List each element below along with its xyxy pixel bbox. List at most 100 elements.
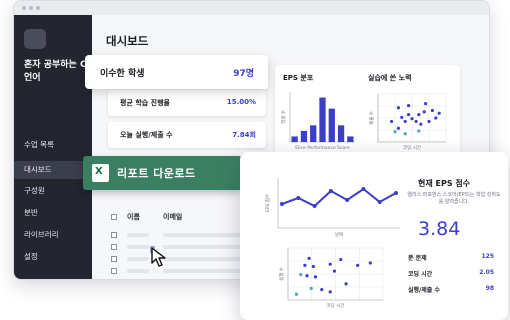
table-header: 이름 이메일 (110, 211, 260, 225)
y-axis-label: 실행 수 (278, 267, 285, 281)
select-all-checkbox[interactable] (111, 214, 117, 220)
window-dot-icon[interactable] (29, 6, 33, 10)
eps-title: 현재 EPS 점수 (418, 179, 471, 188)
row-name-placeholder (127, 257, 149, 261)
eps-row-label: 푼 문제 (408, 255, 427, 262)
sidebar-item-library[interactable]: 라이브러리 (14, 226, 92, 244)
row-checkbox[interactable] (111, 232, 117, 238)
x-axis-label: Elice Performance Score (295, 145, 350, 151)
scatter-point (430, 108, 434, 113)
eps-dist-title: EPS 분포 (283, 74, 314, 82)
eps-score-value: 3.84 (418, 218, 461, 240)
scatter-point (328, 290, 332, 294)
window-dot-icon[interactable] (36, 6, 40, 10)
row-checkbox[interactable] (111, 256, 117, 262)
eps-row-value: 2.05 (479, 269, 494, 276)
header-name: 이름 (127, 213, 140, 221)
course-title: 혼자 공부하는 C언어 (24, 60, 87, 83)
mouse-cursor-icon (139, 238, 170, 272)
eps-subtitle: 엘리스 퍼포먼스 스코어(EPS)는 학업 성취도를 알려줍니다. (407, 192, 501, 205)
table-row[interactable] (110, 229, 260, 241)
scatter-point (356, 263, 360, 267)
page-title: 대시보드 (106, 34, 149, 48)
window-dot-icon[interactable] (22, 6, 26, 10)
eps-row-value: 98 (485, 285, 494, 292)
report-download-button[interactable]: X 리포트 다운로드 (83, 156, 242, 190)
scatter-point (417, 129, 421, 133)
completed-students-card: 이수한 학생 97명 (85, 55, 268, 89)
x-axis-label: 날짜 (335, 231, 343, 238)
eps-row-coding-time: 코딩 시간 2.05 (408, 269, 494, 278)
line-point (361, 187, 366, 191)
line-point (312, 204, 317, 208)
line-point (328, 189, 333, 193)
completed-students-value: 97명 (233, 69, 254, 79)
report-download-label: 리포트 다운로드 (117, 167, 196, 180)
table-row[interactable] (110, 253, 260, 265)
scatter-point (390, 119, 394, 124)
scatter-point (434, 116, 438, 120)
scatter-point (407, 112, 411, 117)
x-axis-label: 코딩 시간 (327, 302, 345, 309)
table-row[interactable] (110, 241, 260, 253)
bar (347, 136, 354, 142)
stat-label: 평균 학습 진행율 (120, 99, 170, 107)
bar (328, 108, 335, 142)
scatter-point (307, 256, 311, 260)
row-email-placeholder (163, 245, 248, 249)
scatter-point (344, 282, 348, 286)
scatter-point (400, 115, 404, 119)
stat-value: 15.00% (226, 98, 256, 106)
table-row[interactable] (110, 265, 260, 277)
bar (300, 130, 308, 142)
sidebar: 혼자 공부하는 C언어 수업 목록 대시보드 구성원 분반 라이브러리 설정 (14, 15, 92, 279)
x-axis-label: 코딩 시간 (403, 144, 421, 151)
excel-icon-glyph: X (95, 166, 103, 177)
bar (310, 125, 317, 142)
table-row[interactable] (110, 277, 260, 279)
excel-icon: X (92, 164, 109, 182)
sidebar-item-classes[interactable]: 수업 목록 (14, 136, 92, 154)
line-point (280, 202, 284, 206)
header-email: 이메일 (163, 213, 183, 221)
row-name-placeholder (127, 269, 149, 273)
row-email-placeholder (163, 257, 248, 261)
sidebar-item-dashboard[interactable]: 대시보드 (14, 161, 92, 179)
scatter-point (422, 110, 426, 114)
row-checkbox[interactable] (111, 244, 117, 250)
activity-scatter-chart: 코딩 시간 실행 수 (278, 247, 384, 309)
scatter-point (299, 272, 303, 277)
scatter-point (396, 126, 400, 130)
row-email-placeholder (163, 269, 248, 273)
eps-row-value: 125 (481, 253, 494, 260)
scatter-point (417, 112, 421, 117)
sidebar-item-sections[interactable]: 분반 (14, 204, 92, 222)
stat-avg-progress: 평균 학습 진행율 15.00% (108, 90, 266, 116)
scatter-point (309, 286, 313, 291)
app-logo-icon (24, 29, 46, 49)
line-point (345, 198, 350, 202)
scatter-point (294, 292, 299, 296)
scatter-point (368, 261, 372, 265)
stat-value: 7.84회 (232, 131, 256, 139)
y-axis-label: 학생 수 (280, 110, 287, 124)
row-checkbox[interactable] (111, 268, 117, 274)
scatter-point (396, 106, 400, 110)
row-name-placeholder (127, 233, 149, 237)
sidebar-item-settings[interactable]: 설정 (14, 248, 92, 266)
scatter-point (403, 119, 407, 124)
sidebar-item-members[interactable]: 구성원 (14, 182, 92, 200)
stat-today-runs: 오늘 실행/제출 수 7.84회 (108, 122, 266, 148)
window-titlebar (14, 1, 489, 15)
row-email-placeholder (163, 233, 248, 237)
bar (291, 136, 298, 142)
eps-row-label: 코딩 시간 (408, 271, 433, 278)
eps-row-solved: 푼 문제 125 (408, 253, 494, 262)
scatter-point (407, 104, 411, 108)
row-name-placeholder (127, 245, 149, 249)
line-point (377, 200, 382, 204)
effort-scatter-chart: 코딩 시간 제출 수 (368, 93, 447, 151)
scatter-point (305, 274, 309, 278)
completed-students-label: 이수한 학생 (100, 69, 145, 79)
scatter-point (427, 119, 431, 124)
